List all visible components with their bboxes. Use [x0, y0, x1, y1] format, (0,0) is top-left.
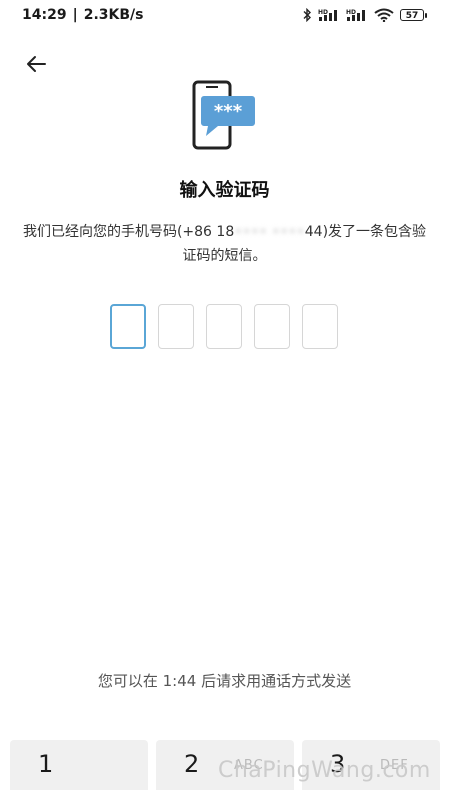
code-digit-box[interactable] [254, 304, 290, 349]
status-speed: 2.3KB/s [83, 7, 144, 23]
voice-call-hint: 您可以在 1:44 后请求用通话方式发送 [97, 672, 352, 690]
battery-icon: 57 [400, 9, 427, 21]
back-arrow-icon [27, 56, 46, 72]
numeric-keypad: 1 2 ABC 3 DEF [10, 740, 440, 790]
bluetooth-icon [302, 8, 312, 22]
hd-signal-icon: HD [346, 8, 368, 22]
verification-screen: 14:29 | 2.3KB/s HD HD 57 *** 输入验证码 我们已经向… [0, 0, 449, 790]
code-digit-box[interactable] [206, 304, 242, 349]
svg-text:HD: HD [346, 9, 356, 16]
key-letters: DEF [380, 758, 409, 773]
hd-signal-icon: HD [318, 8, 340, 22]
key-digit: 2 [184, 750, 200, 778]
description-before: 我们已经向您的手机号码(+86 18 [22, 224, 235, 240]
key-2[interactable]: 2 ABC [156, 740, 294, 790]
key-digit: 3 [330, 750, 346, 778]
status-separator: | [72, 7, 78, 23]
status-left: 14:29 | 2.3KB/s [22, 7, 143, 23]
masked-phone-number: •••• •••• [234, 224, 305, 240]
code-digit-box[interactable] [110, 304, 146, 349]
key-3[interactable]: 3 DEF [302, 740, 440, 790]
status-right: HD HD 57 [302, 8, 427, 22]
battery-tip [425, 12, 427, 18]
code-digit-box[interactable] [302, 304, 338, 349]
wifi-icon [374, 8, 394, 22]
phone-sms-icon: *** [190, 80, 260, 152]
key-1[interactable]: 1 [10, 740, 148, 790]
back-button[interactable] [22, 50, 50, 78]
code-input-group [110, 304, 338, 349]
code-digit-box[interactable] [158, 304, 194, 349]
battery-level: 57 [400, 9, 424, 21]
sms-description: 我们已经向您的手机号码(+86 18•••• ••••44)发了一条包含验证码的… [20, 220, 429, 268]
page-title: 输入验证码 [179, 180, 270, 201]
status-time: 14:29 [22, 7, 67, 23]
key-letters: ABC [234, 758, 264, 773]
status-bar: 14:29 | 2.3KB/s HD HD 57 [0, 0, 449, 30]
svg-text:HD: HD [318, 9, 328, 16]
key-digit: 1 [38, 750, 54, 778]
svg-text:***: *** [214, 101, 243, 122]
